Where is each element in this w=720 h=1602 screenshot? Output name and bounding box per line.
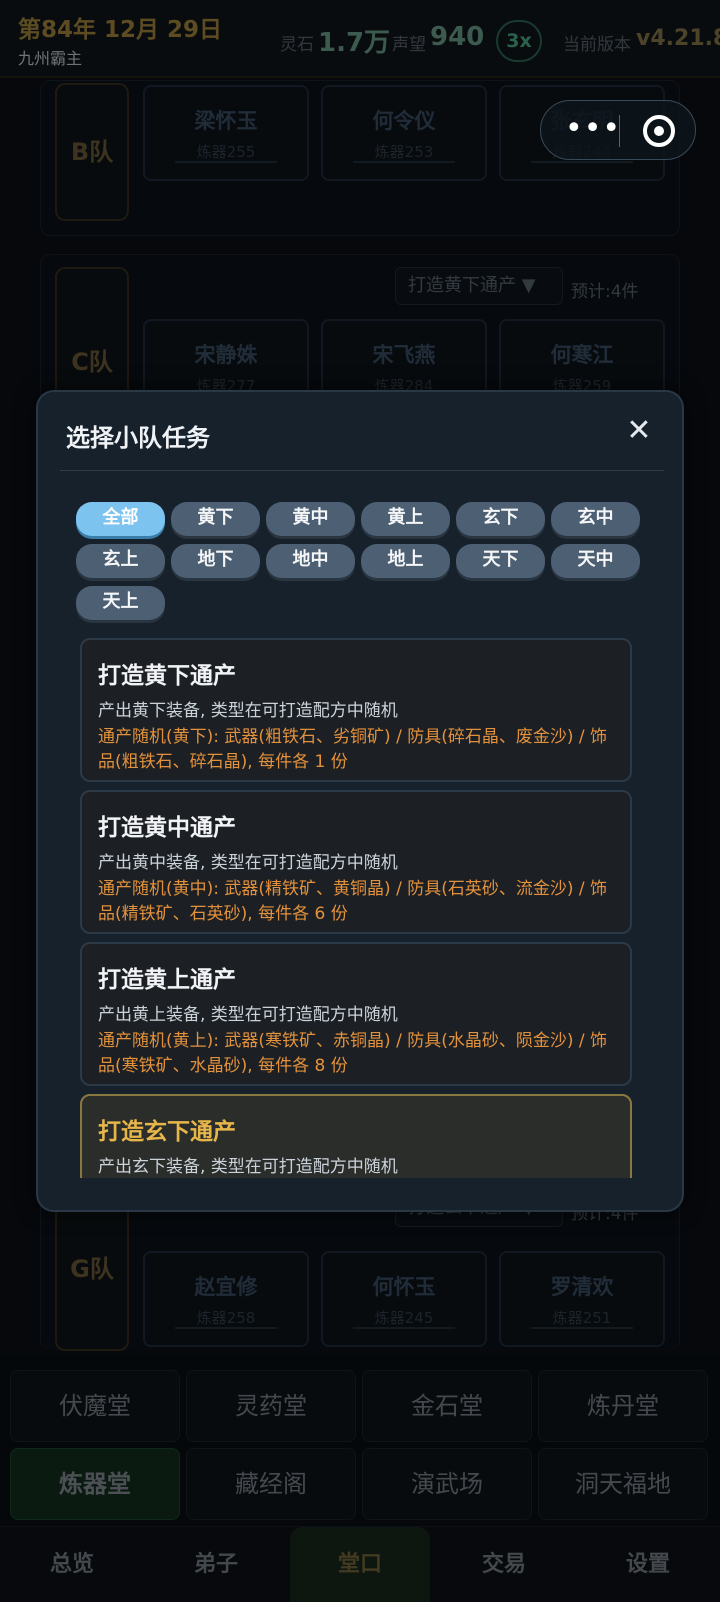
task-detail: 通产随机(黄上): 武器(寒铁矿、赤铜晶) / 防具(水晶砂、陨金沙) / 饰品… xyxy=(98,1031,607,1076)
filter-chip-all[interactable]: 全部 xyxy=(76,502,165,536)
filter-chip[interactable]: 天上 xyxy=(76,586,165,620)
task-list[interactable]: 打造黄下通产 产出黄下装备, 类型在可打造配方中随机 通产随机(黄下): 武器(… xyxy=(80,638,632,1178)
miniprogram-capsule: ••• xyxy=(540,100,696,160)
filter-chip[interactable]: 地上 xyxy=(361,544,450,578)
task-card[interactable]: 打造黄下通产 产出黄下装备, 类型在可打造配方中随机 通产随机(黄下): 武器(… xyxy=(80,638,632,782)
task-desc: 产出黄上装备, 类型在可打造配方中随机 xyxy=(98,1005,398,1025)
task-card-selected[interactable]: 打造玄下通产 产出玄下装备, 类型在可打造配方中随机 xyxy=(80,1094,632,1178)
filter-chip[interactable]: 玄上 xyxy=(76,544,165,578)
filter-chip[interactable]: 黄下 xyxy=(171,502,260,536)
task-title: 打造黄上通产 xyxy=(98,967,236,993)
task-detail: 通产随机(黄下): 武器(粗铁石、劣铜矿) / 防具(碎石晶、废金沙) / 饰品… xyxy=(98,727,607,772)
filter-chip[interactable]: 地中 xyxy=(266,544,355,578)
filter-chip[interactable]: 天下 xyxy=(456,544,545,578)
close-icon[interactable]: ✕ xyxy=(622,414,656,448)
modal-title: 选择小队任务 xyxy=(66,424,210,452)
task-detail: 通产随机(黄中): 武器(精铁矿、黄铜晶) / 防具(石英砂、流金沙) / 饰品… xyxy=(98,879,607,924)
task-title: 打造黄中通产 xyxy=(98,815,236,841)
task-card[interactable]: 打造黄上通产 产出黄上装备, 类型在可打造配方中随机 通产随机(黄上): 武器(… xyxy=(80,942,632,1086)
task-select-modal: 选择小队任务 ✕ 全部 黄下 黄中 黄上 玄下 玄中 玄上 地下 地中 地上 天… xyxy=(36,390,684,1212)
task-desc: 产出黄中装备, 类型在可打造配方中随机 xyxy=(98,853,398,873)
task-desc: 产出黄下装备, 类型在可打造配方中随机 xyxy=(98,701,398,721)
modal-divider xyxy=(60,470,664,471)
filter-chip[interactable]: 黄中 xyxy=(266,502,355,536)
filter-chip[interactable]: 玄下 xyxy=(456,502,545,536)
target-icon[interactable] xyxy=(643,115,675,147)
capsule-divider xyxy=(619,115,620,147)
more-dots-icon[interactable]: ••• xyxy=(565,111,621,147)
filter-chip[interactable]: 黄上 xyxy=(361,502,450,536)
filter-chip[interactable]: 地下 xyxy=(171,544,260,578)
task-card[interactable]: 打造黄中通产 产出黄中装备, 类型在可打造配方中随机 通产随机(黄中): 武器(… xyxy=(80,790,632,934)
filter-chip[interactable]: 天中 xyxy=(551,544,640,578)
task-title: 打造玄下通产 xyxy=(98,1119,236,1145)
task-title: 打造黄下通产 xyxy=(98,663,236,689)
filter-chip[interactable]: 玄中 xyxy=(551,502,640,536)
task-desc: 产出玄下装备, 类型在可打造配方中随机 xyxy=(98,1157,398,1177)
